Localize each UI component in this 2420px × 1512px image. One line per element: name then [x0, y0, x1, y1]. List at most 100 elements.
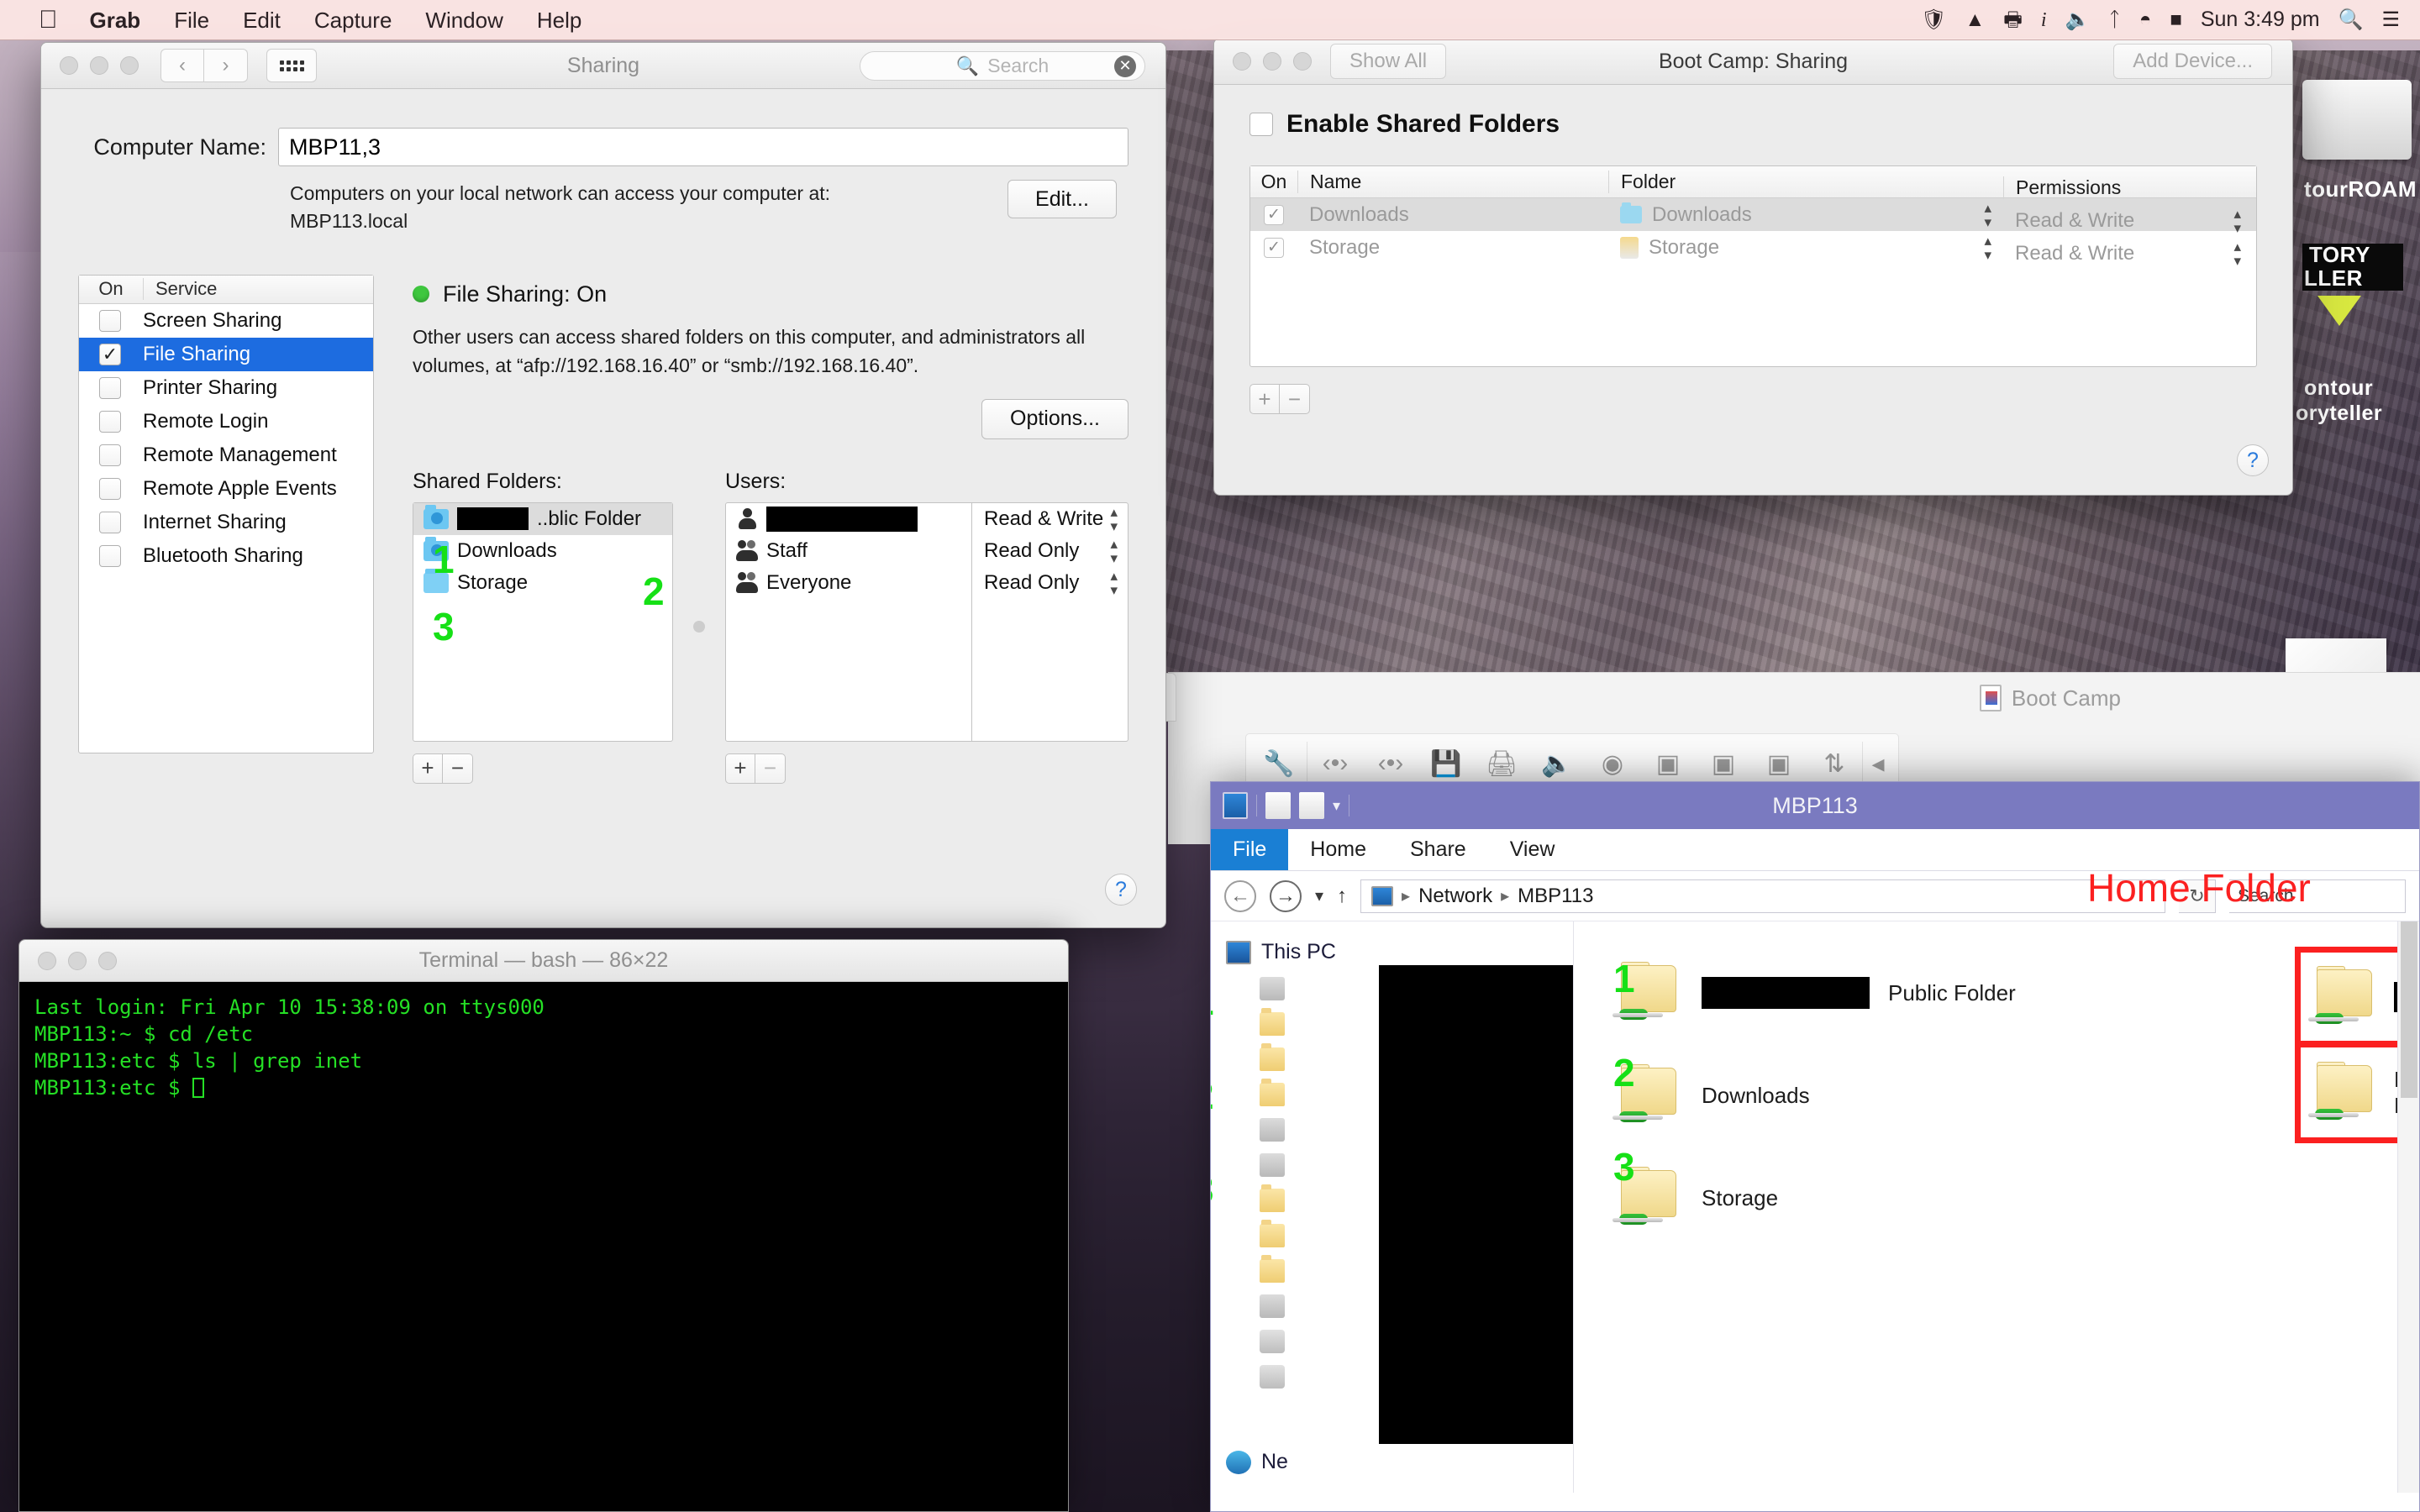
- list-icon[interactable]: ☰: [2381, 0, 2400, 40]
- breadcrumb-network[interactable]: Network: [1418, 885, 1492, 908]
- menu-item-grab[interactable]: Grab: [73, 0, 158, 40]
- clear-search-icon[interactable]: ✕: [1114, 55, 1136, 77]
- menu-item-capture[interactable]: Capture: [297, 0, 409, 40]
- remove-user-button[interactable]: −: [755, 753, 786, 784]
- scrollbar-thumb[interactable]: [2401, 921, 2417, 1098]
- apple-logo-icon[interactable]: : [24, 2, 73, 39]
- permission-row-1[interactable]: Read Only ▴▾: [972, 535, 1128, 567]
- show-all-grid-button[interactable]: [266, 49, 317, 82]
- permission-row-0[interactable]: Read & Write ▴▾: [972, 503, 1128, 535]
- bootcamp-traffic-lights[interactable]: [1214, 52, 1312, 71]
- checkbox-enable-shared-folders[interactable]: [1249, 113, 1273, 136]
- checkbox-icon[interactable]: ✓: [1264, 205, 1284, 225]
- users-list-container[interactable]: Staff Everyone Read & Write ▴: [725, 502, 1128, 742]
- row-permission[interactable]: Read & Write ▴▾: [2003, 207, 2256, 235]
- users-list[interactable]: Staff Everyone: [726, 503, 972, 741]
- options-button[interactable]: Options...: [981, 399, 1128, 439]
- checkbox-remote-apple-events[interactable]: [99, 478, 121, 500]
- service-row-remote-management[interactable]: Remote Management: [79, 438, 373, 472]
- add-user-button[interactable]: +: [725, 753, 755, 784]
- minimize-icon[interactable]: [1263, 52, 1281, 71]
- computer-name-input[interactable]: MBP11,3: [278, 128, 1128, 166]
- permission-row-2[interactable]: Read Only ▴▾: [972, 567, 1128, 599]
- zoom-icon[interactable]: [120, 56, 139, 75]
- users-add-remove[interactable]: + −: [725, 753, 1128, 784]
- back-arrow-icon[interactable]: ←: [1224, 880, 1256, 912]
- zoom-icon[interactable]: [98, 952, 117, 970]
- row-folder[interactable]: Downloads ▴▾: [1608, 201, 2003, 229]
- chevron-updown-icon[interactable]: ▴▾: [1984, 201, 2003, 229]
- chevron-updown-icon[interactable]: ▴▾: [1110, 537, 1118, 565]
- service-row-remote-login[interactable]: Remote Login: [79, 405, 373, 438]
- list-item[interactable]: Downloads: [1574, 1044, 2419, 1147]
- chevron-updown-icon[interactable]: ▴▾: [2233, 207, 2241, 235]
- menu-item-edit[interactable]: Edit: [226, 0, 297, 40]
- permissions-list[interactable]: Read & Write ▴▾ Read Only ▴▾ Read Only ▴…: [972, 503, 1128, 741]
- user-row-staff[interactable]: Staff: [726, 535, 971, 567]
- close-icon[interactable]: [1233, 52, 1251, 71]
- service-row-printer-sharing[interactable]: Printer Sharing: [79, 371, 373, 405]
- breadcrumb-mbp113[interactable]: MBP113: [1518, 885, 1593, 908]
- edit-button[interactable]: Edit...: [1007, 180, 1117, 218]
- prefs-nav-buttons[interactable]: ‹ ›: [160, 49, 248, 82]
- remove-folder-button[interactable]: −: [443, 753, 473, 784]
- desktop-drive-icon[interactable]: [2302, 80, 2412, 160]
- wifi-icon[interactable]: ◓: [2139, 0, 2152, 40]
- battery-charging-icon[interactable]: ■: [2170, 0, 2182, 40]
- triangle-icon[interactable]: ▲: [1965, 0, 1985, 40]
- tab-home[interactable]: Home: [1288, 829, 1388, 870]
- service-row-internet-sharing[interactable]: Internet Sharing: [79, 506, 373, 539]
- list-item[interactable]: Public Folder: [1574, 942, 2419, 1044]
- explorer-scrollbar[interactable]: [2397, 921, 2419, 1493]
- up-arrow-icon[interactable]: ↑: [1337, 885, 1347, 908]
- user-row-everyone[interactable]: Everyone: [726, 567, 971, 599]
- volume-icon[interactable]: 🔈: [2065, 0, 2091, 40]
- tab-share[interactable]: Share: [1388, 829, 1488, 870]
- table-row[interactable]: ✓ Storage Storage ▴▾ Read & Write ▴▾: [1250, 231, 2256, 264]
- checkbox-internet-sharing[interactable]: [99, 512, 121, 533]
- shield-5-icon[interactable]: 🛡: [1921, 0, 1946, 40]
- bootcamp-add-remove[interactable]: + −: [1249, 384, 2257, 414]
- menu-item-window[interactable]: Window: [408, 0, 519, 40]
- close-icon[interactable]: [38, 952, 56, 970]
- services-table[interactable]: On Service Screen Sharing ✓ File Sharing…: [78, 275, 374, 753]
- chevron-updown-icon[interactable]: ▴▾: [2233, 239, 2241, 268]
- list-item[interactable]: Storage: [1574, 1147, 2419, 1249]
- enable-shared-folders-row[interactable]: Enable Shared Folders: [1249, 110, 2257, 139]
- sharing-preferences-window[interactable]: ‹ › Sharing 🔍 Search ✕ Computer Name: MB…: [40, 42, 1166, 928]
- add-device-button[interactable]: Add Device...: [2113, 44, 2272, 79]
- bootcamp-sharing-window[interactable]: Show All Boot Camp: Sharing Add Device..…: [1213, 38, 2293, 496]
- back-icon[interactable]: ‹: [160, 49, 204, 82]
- splitter-grip[interactable]: [693, 621, 705, 633]
- checkbox-bluetooth-sharing[interactable]: [99, 545, 121, 567]
- window-traffic-lights[interactable]: [41, 56, 139, 75]
- chevron-down-icon[interactable]: ▾: [1315, 885, 1323, 906]
- add-shared-folder-button[interactable]: +: [1249, 384, 1280, 414]
- bootcamp-help-button[interactable]: ?: [2237, 444, 2269, 476]
- chevron-updown-icon[interactable]: ▴▾: [1110, 569, 1118, 597]
- terminal-output[interactable]: Last login: Fri Apr 10 15:38:09 on ttys0…: [19, 982, 1068, 1512]
- search-input[interactable]: 🔍 Search ✕: [860, 51, 1145, 81]
- address-bar[interactable]: ▸ Network ▸ MBP113: [1360, 879, 2165, 913]
- row-checkbox[interactable]: ✓: [1250, 205, 1297, 225]
- zoom-icon[interactable]: [1293, 52, 1312, 71]
- search-icon[interactable]: 🔍: [2338, 0, 2364, 40]
- row-checkbox[interactable]: ✓: [1250, 238, 1297, 258]
- chevron-updown-icon[interactable]: ▴▾: [1110, 505, 1118, 533]
- help-button[interactable]: ?: [1105, 874, 1137, 906]
- show-all-button[interactable]: Show All: [1330, 44, 1446, 79]
- screens-icon[interactable]: 🖶: [2003, 0, 2023, 40]
- info-icon[interactable]: i: [2041, 0, 2047, 40]
- checkbox-file-sharing[interactable]: ✓: [99, 344, 121, 365]
- tab-view[interactable]: View: [1488, 829, 1577, 870]
- forward-arrow-icon[interactable]: →: [1270, 880, 1302, 912]
- menubar-clock[interactable]: Sun 3:49 pm: [2201, 8, 2320, 32]
- folders-add-remove[interactable]: + −: [413, 753, 673, 784]
- explorer-sidebar[interactable]: This PC Ne: [1211, 921, 1574, 1493]
- menu-item-help[interactable]: Help: [520, 0, 598, 40]
- bootcamp-shared-folders-table[interactable]: On Name Folder Permissions ✓ Downloads D…: [1249, 165, 2257, 367]
- remove-shared-folder-button[interactable]: −: [1280, 384, 1310, 414]
- checkbox-remote-login[interactable]: [99, 411, 121, 433]
- row-folder[interactable]: Storage ▴▾: [1608, 234, 2003, 262]
- menu-item-file[interactable]: File: [157, 0, 226, 40]
